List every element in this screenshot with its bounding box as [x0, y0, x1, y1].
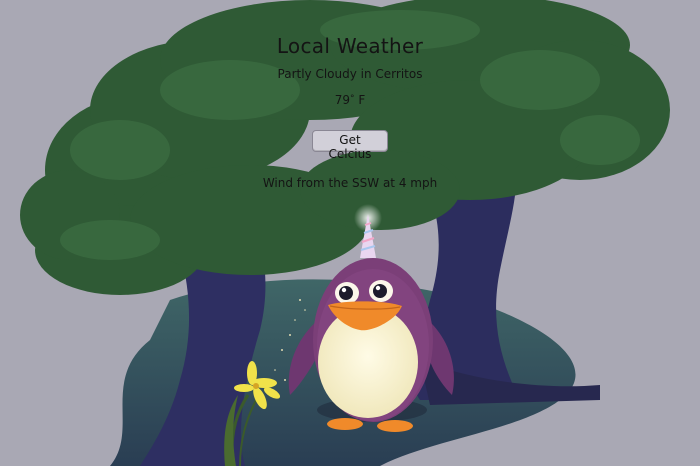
temperature-unit: F — [358, 93, 366, 107]
temperature-readout: 79° F — [0, 93, 700, 107]
degree-symbol: ° — [350, 94, 355, 104]
temperature-value: 79 — [334, 93, 351, 107]
unit-toggle-container: Get Celcius — [0, 130, 700, 162]
get-celsius-button[interactable]: Get Celcius — [312, 130, 388, 161]
wind-info: Wind from the SSW at 4 mph — [262, 176, 438, 190]
weather-condition: Partly Cloudy in Cerritos — [277, 67, 423, 81]
page-title: Local Weather — [276, 34, 424, 58]
